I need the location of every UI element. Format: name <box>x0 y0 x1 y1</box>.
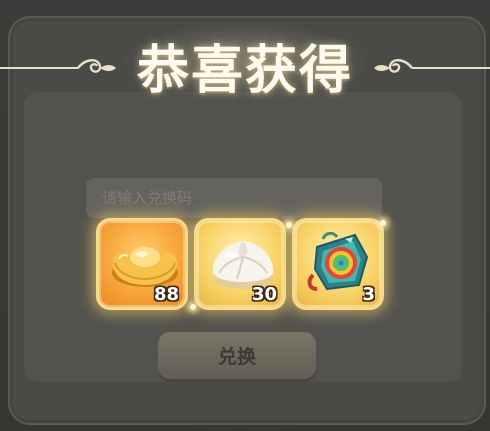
reward-quantity: 3 <box>362 284 375 305</box>
reward-card-rainbow-pendant[interactable]: 3 <box>292 218 384 310</box>
sparkle-icon <box>380 220 386 226</box>
reward-popup-scene: 请输入兑换码 兑换 恭喜获得 88 30 3 <box>0 0 490 431</box>
reward-quantity: 88 <box>153 284 179 305</box>
right-cloud-ornament-icon <box>374 59 490 73</box>
reward-items-row: 88 30 3 <box>0 218 490 314</box>
reward-card-steamed-bun[interactable]: 30 <box>194 218 286 310</box>
exchange-button[interactable]: 兑换 <box>158 332 316 382</box>
reward-quantity: 30 <box>251 284 277 305</box>
redeem-code-input[interactable]: 请输入兑换码 <box>86 178 382 218</box>
reward-card-gold-ingot[interactable]: 88 <box>96 218 188 310</box>
sparkle-icon <box>190 304 196 310</box>
reward-title-banner: 恭喜获得 <box>0 22 490 102</box>
sparkle-icon <box>286 222 292 228</box>
